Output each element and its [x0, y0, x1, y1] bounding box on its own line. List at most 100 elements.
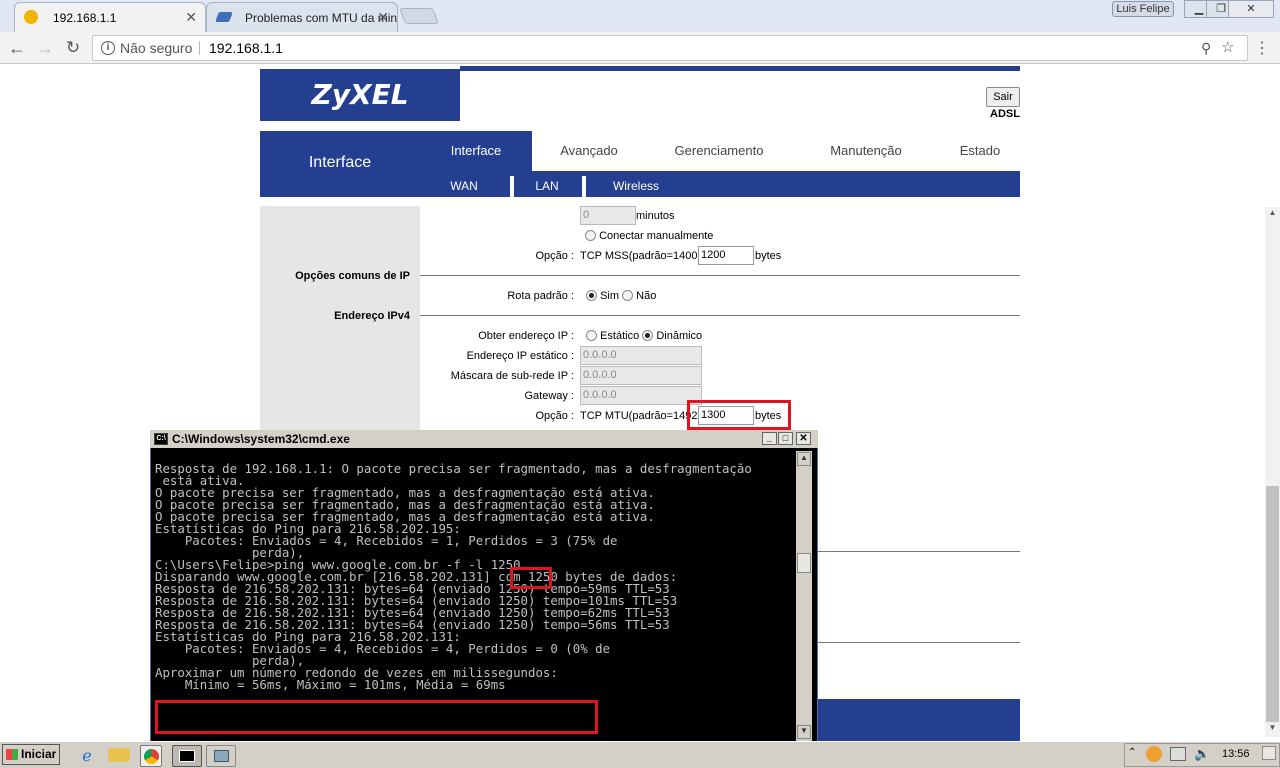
tab-gerenciamento[interactable]: Gerenciamento	[654, 131, 784, 171]
cmd-scroll-down-icon[interactable]: ▼	[797, 725, 811, 739]
subnet-label: Máscara de sub-rede IP :	[450, 370, 574, 382]
mtu-option-label: Opção :	[535, 410, 574, 422]
route-yes-radio[interactable]	[586, 290, 597, 301]
gateway-input[interactable]: 0.0.0.0	[580, 386, 702, 405]
taskbar-app-button[interactable]	[206, 745, 236, 767]
close-window-button[interactable]: ✕	[1228, 0, 1274, 18]
idle-timeout-input[interactable]: 0	[580, 206, 636, 225]
new-tab-button[interactable]	[399, 8, 439, 24]
dynamic-label: Dinâmico	[656, 330, 703, 342]
network-icon[interactable]	[1170, 747, 1186, 761]
cmd-maximize-button[interactable]: □	[778, 432, 793, 445]
gateway-label: Gateway :	[524, 390, 574, 402]
start-button[interactable]: Iniciar	[2, 744, 60, 765]
address-bar[interactable]: i Não seguro 192.168.1.1 ⚲ ☆	[92, 35, 1248, 61]
tab-estado[interactable]: Estado	[940, 131, 1020, 171]
route-no-radio[interactable]	[622, 290, 634, 301]
mss-unit-label: bytes	[755, 250, 782, 262]
taskbar-cmd-button[interactable]	[172, 745, 202, 767]
default-route-label: Rota padrão :	[507, 290, 574, 302]
close-tab-icon[interactable]: ✕	[185, 9, 197, 26]
browser-tab[interactable]: Problemas com MTU da min ✕	[206, 2, 398, 32]
mss-text: TCP MSS(padrão=1400):	[580, 250, 705, 262]
router-favicon-icon	[24, 10, 38, 24]
forward-icon[interactable]: →	[34, 37, 56, 59]
scroll-up-icon[interactable]: ▲	[1266, 208, 1279, 222]
cmd-scrollbar[interactable]: ▲ ▼	[796, 451, 812, 742]
tray-expand-icon[interactable]: ⌃	[1128, 747, 1136, 758]
zyxel-logo: ZyXEL	[260, 69, 460, 121]
clock[interactable]: 13:56	[1222, 748, 1256, 760]
cmd-scroll-up-icon[interactable]: ▲	[797, 452, 811, 466]
cmd-minimize-button[interactable]: _	[762, 432, 777, 445]
logout-button[interactable]: Sair	[986, 87, 1020, 107]
mtu-highlight	[687, 400, 791, 430]
reload-icon[interactable]: ↻	[62, 37, 84, 59]
common-ip-options-heading: Opções comuns de IP	[295, 270, 410, 282]
chrome-icon	[144, 749, 159, 764]
cmd-icon	[179, 750, 195, 762]
cmd-line: Mínimo = 56ms, Máximo = 101ms, Média = 6…	[155, 677, 506, 692]
tab-title: 192.168.1.1	[53, 11, 117, 25]
browser-tab-active[interactable]: 192.168.1.1 ✕	[14, 2, 206, 32]
url-text: 192.168.1.1	[209, 40, 283, 56]
manual-connect-option[interactable]: Conectar manualmente	[585, 230, 713, 242]
security-label: Não seguro	[120, 40, 193, 56]
close-tab-icon[interactable]: ✕	[377, 9, 389, 26]
app-icon	[214, 750, 229, 762]
static-radio[interactable]	[586, 330, 597, 341]
static-ip-label: Endereço IP estático :	[466, 350, 574, 362]
subnet-input[interactable]: 0.0.0.0	[580, 366, 702, 385]
menu-icon[interactable]: ⋮	[1254, 38, 1270, 58]
tab-avancado[interactable]: Avançado	[540, 131, 638, 171]
page-scroll-thumb[interactable]	[1266, 486, 1279, 722]
folder-icon[interactable]	[108, 748, 130, 762]
tab-interface[interactable]: Interface	[420, 131, 532, 171]
obtain-ip-label: Obter endereço IP :	[478, 330, 574, 342]
manual-connect-radio[interactable]	[585, 230, 596, 241]
route-yes-label: Sim	[600, 290, 620, 302]
mss-option-label: Opção :	[535, 250, 574, 262]
subtab-wireless[interactable]: Wireless	[586, 171, 686, 197]
volume-icon[interactable]: 🔈	[1194, 746, 1210, 762]
footer-bar	[818, 699, 1020, 741]
info-icon[interactable]: i	[101, 41, 115, 55]
cmd-title-bar[interactable]: C:\ C:\Windows\system32\cmd.exe _ □ ✕	[150, 430, 818, 448]
ipv4-heading: Endereço IPv4	[334, 310, 410, 322]
start-label: Iniciar	[21, 747, 57, 761]
profile-button[interactable]: Luis Felipe	[1112, 1, 1174, 17]
subtab-wan[interactable]: WAN	[420, 171, 508, 197]
manual-connect-label: Conectar manualmente	[599, 230, 714, 242]
obtain-ip-options: Estático Dinâmico	[586, 330, 702, 342]
header-rule	[460, 66, 1020, 71]
divider	[818, 642, 1020, 643]
static-label: Estático	[600, 330, 640, 342]
section-title: Interface	[260, 131, 420, 197]
static-ip-input[interactable]: 0.0.0.0	[580, 346, 702, 365]
divider	[818, 551, 1020, 552]
tray-app-icon[interactable]	[1146, 746, 1162, 762]
cmd-scroll-thumb[interactable]	[797, 553, 811, 573]
cmd-title: C:\Windows\system32\cmd.exe	[172, 432, 350, 446]
product-label: ADSL	[990, 108, 1020, 120]
forum-favicon-icon	[215, 12, 233, 22]
dynamic-radio[interactable]	[642, 330, 654, 341]
tab-manutencao[interactable]: Manutenção	[810, 131, 922, 171]
default-route-options: Sim Não	[586, 290, 656, 302]
divider	[420, 275, 1020, 276]
show-desktop-button[interactable]	[1262, 746, 1276, 760]
scroll-down-icon[interactable]: ▼	[1266, 723, 1279, 737]
ping-stats-highlight	[155, 700, 598, 734]
mss-input[interactable]: 1200	[698, 246, 754, 265]
key-icon[interactable]: ⚲	[1201, 36, 1211, 60]
ie-icon[interactable]: ℯ	[76, 746, 98, 765]
mtu-text: TCP MTU(padrão=1492):	[580, 410, 705, 422]
divider	[420, 315, 1020, 316]
subtab-lan[interactable]: LAN	[514, 171, 580, 197]
back-icon[interactable]: ←	[6, 37, 28, 59]
cmd-close-button[interactable]: ✕	[796, 432, 811, 445]
bookmark-star-icon[interactable]: ☆	[1221, 36, 1234, 60]
taskbar-chrome-button[interactable]	[140, 745, 162, 767]
url-divider	[199, 41, 200, 55]
idle-unit-label: minutos	[636, 210, 675, 222]
